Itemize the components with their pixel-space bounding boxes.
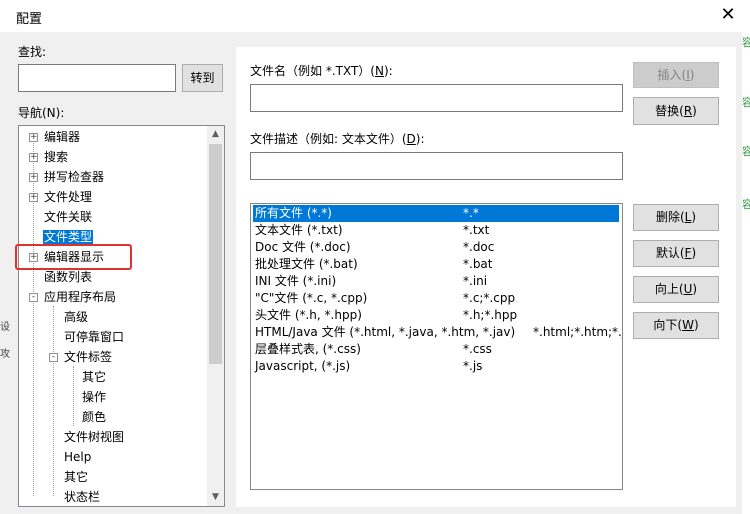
tree-item-tabs-colors[interactable]: 颜色 [82,407,106,427]
background-text: 容 [742,96,750,109]
tree-item-label: 状态栏 [64,490,101,504]
replace-button[interactable]: 替换(R) [633,97,719,125]
file-type-name: HTML/Java 文件 (*.html, *.java, *.htm, *.j… [255,325,516,339]
file-type-pattern: *.* [463,206,479,220]
list-item[interactable]: 头文件 (*.h, *.hpp) *.h;*.hpp [253,307,622,324]
file-type-name: Doc 文件 (*.doc) [255,240,351,254]
filename-input[interactable] [250,84,623,112]
file-type-pattern: *.ini [463,274,488,288]
tree-item-tabs-other[interactable]: 其它 [82,367,106,387]
tree-item-tabs-actions[interactable]: 操作 [82,387,106,407]
file-type-name: Javascript, (*.js) [255,359,351,373]
tree-item-help[interactable]: Help [64,447,91,467]
tree-item-function-list[interactable]: 函数列表 [44,267,92,287]
collapse-icon[interactable]: - [49,353,58,362]
tree-item-label: Help [64,450,92,464]
file-type-pattern: *.bat [463,257,493,271]
file-type-pattern: *.txt [463,223,490,237]
collapse-icon[interactable]: - [29,293,38,302]
highlight-annotation-box [15,244,132,270]
list-item[interactable]: HTML/Java 文件 (*.html, *.java, *.htm, *.j… [253,324,622,341]
default-button[interactable]: 默认(F) [633,240,719,267]
tree-item-label: 操作 [82,390,107,404]
tree-item-label: 编辑器 [44,130,81,144]
expand-icon[interactable]: + [29,173,38,182]
dialog-title: 配置 [16,12,43,27]
description-label: 文件描述（例如: 文本文件）(D): [250,132,425,146]
background-text: 设 [0,322,10,333]
file-type-name: 所有文件 (*.*) [255,206,332,220]
tree-item-label: 应用程序布局 [44,290,117,304]
tree-item-dockable-windows[interactable]: 可停靠窗口 [64,327,124,347]
tree-item-label: 高级 [64,310,89,324]
file-type-name: "C"文件 (*.c, *.cpp) [255,291,368,305]
find-input[interactable] [18,64,176,92]
goto-button[interactable]: 转到 [182,64,223,92]
tree-item-label: 颜色 [82,410,107,424]
list-item[interactable]: INI 文件 (*.ini) *.ini [253,273,622,290]
find-label: 查找: [18,45,47,59]
file-type-pattern: *.js [463,359,483,373]
tree-item-other[interactable]: 其它 [64,467,88,487]
title-bar: 配置 ✕ [0,0,750,32]
list-item[interactable]: 层叠样式表, (*.css) *.css [253,341,622,358]
scroll-down-icon[interactable]: ▼ [207,489,224,506]
file-type-pattern: *.c;*.cpp [463,291,516,305]
config-dialog: 配置 ✕ 容 容 容 容 设 攻 查找: 转到 导航(N): + 编辑器 + 搜… [0,0,750,514]
file-type-name: 层叠样式表, (*.css) [255,342,361,356]
insert-button[interactable]: 插入(I) [633,62,719,88]
delete-button[interactable]: 删除(L) [633,204,719,231]
file-type-pattern: *.h;*.hpp [463,308,518,322]
background-text: 容 [742,198,750,211]
close-icon[interactable]: ✕ [716,3,740,27]
move-down-button[interactable]: 向下(W) [633,312,719,339]
list-item[interactable]: 文本文件 (*.txt) *.txt [253,222,622,239]
tree-item-label: 搜索 [44,150,69,164]
tree-item-label: 文件树视图 [64,430,125,444]
list-item[interactable]: "C"文件 (*.c, *.cpp) *.c;*.cpp [253,290,622,307]
tree-item-file-tree-view[interactable]: 文件树视图 [64,427,124,447]
tree-item-label: 文件标签 [64,350,113,364]
file-type-pattern: *.html;*.htm;*.jav [533,325,622,339]
tree-item-label: 函数列表 [44,270,93,284]
background-text: 容 [742,36,750,49]
filename-label: 文件名（例如 *.TXT）(N): [250,64,393,78]
file-type-pattern: *.css [463,342,492,356]
nav-tree[interactable]: + 编辑器 + 搜索 + 拼写检查器 + 文件处理 文件关联 文件类型 + 编辑… [18,125,225,507]
file-type-name: 文本文件 (*.txt) [255,223,343,237]
tree-item-label: 其它 [64,470,89,484]
list-item[interactable]: 批处理文件 (*.bat) *.bat [253,256,622,273]
list-item[interactable]: Javascript, (*.js) *.js [253,358,622,375]
nav-label: 导航(N): [18,106,65,120]
expand-icon[interactable]: + [29,193,38,202]
background-text: 攻 [0,349,10,360]
move-up-button[interactable]: 向上(U) [633,276,719,303]
tree-item-label: 其它 [82,370,107,384]
tree-item-status-bar[interactable]: 状态栏 [64,487,101,506]
expand-icon[interactable]: + [29,153,38,162]
scroll-thumb[interactable] [209,144,222,364]
file-type-list[interactable]: 所有文件 (*.*) *.* 文本文件 (*.txt) *.txt Doc 文件… [250,203,623,490]
list-item[interactable]: 所有文件 (*.*) *.* [253,205,619,222]
tree-item-file-association[interactable]: 文件关联 [44,207,92,227]
tree-scrollbar[interactable]: ▲ ▼ [207,126,224,506]
scroll-up-icon[interactable]: ▲ [207,126,224,143]
tree-item-label: 文件关联 [44,210,93,224]
tree-item-label: 可停靠窗口 [64,330,125,344]
file-type-name: 头文件 (*.h, *.hpp) [255,308,362,322]
background-text: 容 [742,145,750,158]
file-type-name: INI 文件 (*.ini) [255,274,337,288]
tree-item-label: 文件处理 [44,190,93,204]
list-item[interactable]: Doc 文件 (*.doc) *.doc [253,239,622,256]
file-type-pattern: *.doc [463,240,495,254]
tree-connector [73,366,74,426]
expand-icon[interactable]: + [29,133,38,142]
tree-item-label: 拼写检查器 [44,170,105,184]
description-input[interactable] [250,152,623,180]
tree-connector [53,306,54,496]
file-type-name: 批处理文件 (*.bat) [255,257,358,271]
tree-item-advanced[interactable]: 高级 [64,307,88,327]
tree-connector [33,136,34,496]
tree-item-label: 文件类型 [43,230,94,244]
